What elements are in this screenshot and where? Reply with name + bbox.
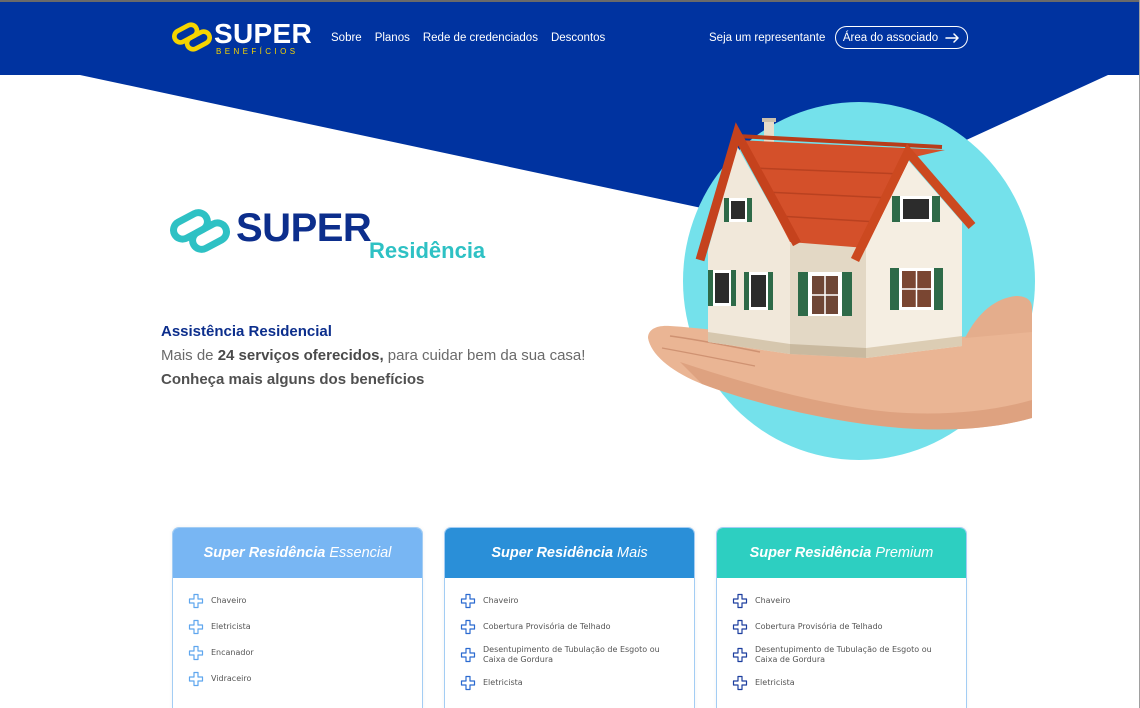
nav-link-descontos[interactable]: Descontos — [551, 31, 605, 45]
plan-header: Super Residência Essencial — [173, 528, 422, 578]
benefit-item: Eletricista — [460, 675, 686, 691]
plan-card-premium[interactable]: Super Residência Premium Chaveiro Cobertur… — [716, 527, 967, 708]
house-on-hand-illustration — [648, 102, 1035, 460]
hero-cta-text: Conheça mais alguns dos benefícios — [161, 371, 425, 388]
member-area-button-label: Área do associado — [842, 31, 939, 44]
benefit-item: Eletricista — [732, 675, 958, 691]
plan-title-tier: Premium — [875, 545, 934, 561]
plan-card-mais[interactable]: Super Residência Mais Chaveiro Cobertura P… — [444, 527, 695, 708]
main-nav: Sobre Planos Rede de credenciados Descon… — [331, 31, 605, 45]
plus-icon — [188, 619, 204, 635]
benefit-item: Cobertura Provisória de Telhado — [732, 619, 958, 635]
plan-title-tier: Essencial — [329, 545, 392, 561]
plus-icon — [732, 675, 748, 691]
super-chain-logo-icon — [172, 22, 212, 52]
brand-name: SUPER — [214, 18, 312, 49]
representative-link[interactable]: Seja um representante — [709, 31, 825, 45]
benefit-label: Chaveiro — [211, 596, 247, 605]
nav-link-planos[interactable]: Planos — [375, 31, 410, 45]
benefit-label: Cobertura Provisória de Telhado — [755, 622, 883, 631]
benefit-item: Eletricista — [188, 619, 414, 635]
hero-heading: Assistência Residencial — [161, 323, 332, 340]
plan-header: Super Residência Mais — [445, 528, 694, 578]
benefit-label: Vidraceiro — [211, 674, 252, 683]
plus-icon — [732, 593, 748, 609]
benefit-label: Encanador — [211, 648, 254, 657]
nav-link-sobre[interactable]: Sobre — [331, 31, 362, 45]
benefit-item: Desentupimento de Tubulação de Esgoto ou… — [460, 645, 686, 665]
hero-description-prefix: Mais de — [161, 347, 218, 364]
plan-header: Super Residência Premium — [717, 528, 966, 578]
plus-icon — [460, 647, 476, 663]
benefit-label: Eletricista — [755, 678, 795, 687]
member-area-button[interactable]: Área do associado — [835, 26, 968, 49]
plan-card-essencial[interactable]: Super Residência Essencial Chaveiro Eletri… — [172, 527, 423, 708]
benefit-label: Cobertura Provisória de Telhado — [483, 622, 611, 631]
hero-logo-text: SUPER — [236, 206, 372, 250]
benefit-label: Eletricista — [211, 622, 251, 631]
benefit-label: Chaveiro — [483, 596, 519, 605]
benefit-item: Encanador — [188, 645, 414, 661]
hero-copy: Assistência Residencial Mais de 24 servi… — [161, 320, 585, 392]
hero-description-highlight: 24 serviços oferecidos, — [217, 347, 384, 364]
hero-description-suffix: para cuidar bem da sua casa! — [383, 347, 586, 364]
plan-title-bold: Super Residência — [491, 545, 614, 561]
arrow-right-icon — [945, 32, 959, 43]
plan-title-tier: Mais — [617, 545, 648, 561]
benefit-item: Chaveiro — [460, 593, 686, 609]
plus-icon — [460, 619, 476, 635]
plus-icon — [732, 619, 748, 635]
benefit-item: Desentupimento de Tubulação de Esgoto ou… — [732, 645, 958, 665]
plus-icon — [460, 593, 476, 609]
plan-benefits-list: Chaveiro Cobertura Provisória de Telhado D… — [445, 578, 694, 691]
benefit-item: Vidraceiro — [188, 671, 414, 687]
plan-title-bold: Super Residência — [203, 545, 326, 561]
plus-icon — [460, 675, 476, 691]
plan-title-bold: Super Residência — [749, 545, 872, 561]
plans-section: Super Residência Essencial Chaveiro Eletri… — [172, 527, 967, 708]
brand-logo[interactable]: SUPER BENEFÍCIOS — [172, 17, 312, 59]
brand-tagline: BENEFÍCIOS — [216, 47, 299, 56]
plus-icon — [732, 647, 748, 663]
plus-icon — [188, 645, 204, 661]
hero-logo-subtitle: Residência — [369, 238, 486, 263]
benefit-label: Eletricista — [483, 678, 523, 687]
hero-description: Mais de 24 serviços oferecidos, para cui… — [161, 344, 585, 368]
benefit-item: Chaveiro — [188, 593, 414, 609]
benefit-label: Desentupimento de Tubulação de Esgoto ou… — [755, 645, 932, 664]
site-header: SUPER BENEFÍCIOS Sobre Planos Rede de cr… — [0, 0, 1140, 75]
plus-icon — [188, 671, 204, 687]
benefit-item: Chaveiro — [732, 593, 958, 609]
benefit-item: Cobertura Provisória de Telhado — [460, 619, 686, 635]
plan-benefits-list: Chaveiro Eletricista Encanador Vidraceiro — [173, 578, 422, 687]
plan-benefits-list: Chaveiro Cobertura Provisória de Telhado D… — [717, 578, 966, 691]
benefit-label: Chaveiro — [755, 596, 791, 605]
plus-icon — [188, 593, 204, 609]
super-chain-logo-icon — [170, 209, 230, 253]
benefit-label: Desentupimento de Tubulação de Esgoto ou… — [483, 645, 660, 664]
nav-link-rede-de-credenciados[interactable]: Rede de credenciados — [423, 31, 538, 45]
